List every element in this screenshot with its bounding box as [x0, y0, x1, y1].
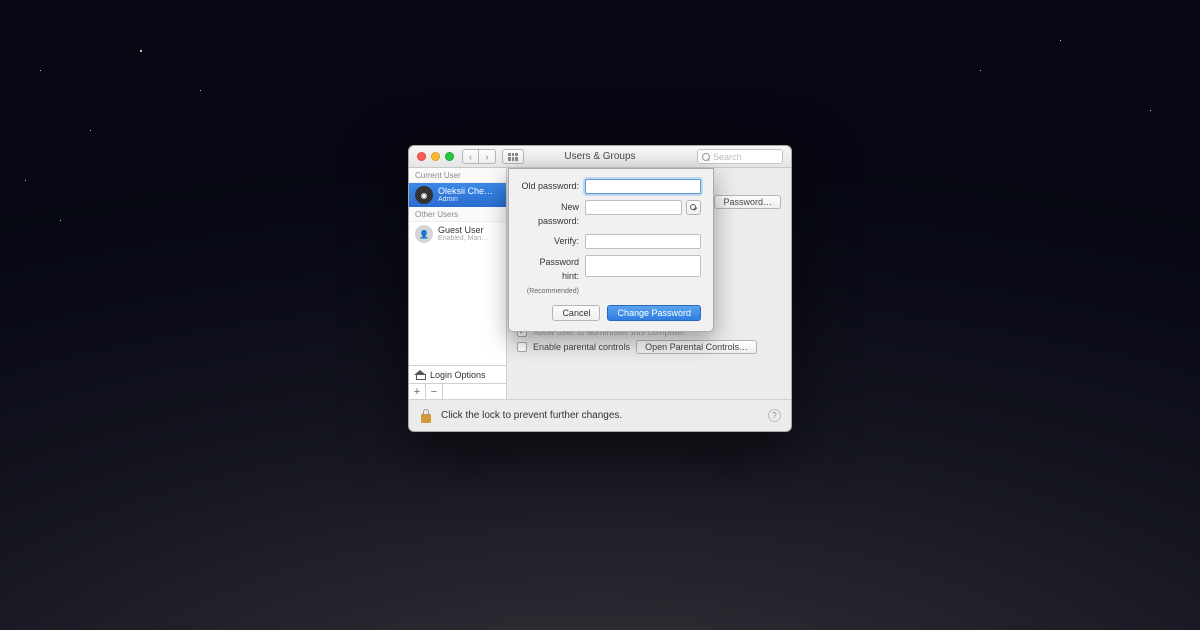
sidebar-item-sublabel: Enabled, Man…	[438, 235, 488, 242]
new-password-input[interactable]	[585, 200, 682, 215]
search-placeholder: Search	[713, 152, 742, 162]
parental-label: Enable parental controls	[533, 342, 630, 352]
checkbox-parental[interactable]	[517, 342, 527, 352]
sidebar-item-label: Guest User	[438, 226, 488, 235]
cancel-button[interactable]: Cancel	[552, 305, 600, 321]
grid-icon	[508, 153, 518, 161]
login-options[interactable]: Login Options	[409, 365, 506, 383]
change-password-sheet: Old password: New password: Verify: Pass…	[508, 168, 714, 332]
old-password-input[interactable]	[585, 179, 701, 194]
titlebar: ‹ › Users & Groups Search	[409, 146, 791, 168]
sidebar-item-current-user[interactable]: ◉ Oleksii Che… Admin	[409, 183, 506, 207]
footer: Click the lock to prevent further change…	[409, 399, 791, 431]
avatar-icon: 👤	[415, 225, 433, 243]
sidebar-header-current: Current User	[409, 168, 506, 183]
password-assistant-button[interactable]	[686, 200, 701, 215]
lock-icon[interactable]	[419, 408, 433, 424]
close-icon[interactable]	[417, 152, 426, 161]
show-all-button[interactable]	[502, 149, 524, 164]
help-button[interactable]: ?	[768, 409, 781, 422]
sidebar-header-other: Other Users	[409, 207, 506, 222]
add-user-button[interactable]: +	[409, 384, 426, 399]
maximize-icon[interactable]	[445, 152, 454, 161]
change-password-peek-button[interactable]: Password…	[714, 195, 781, 209]
minimize-icon[interactable]	[431, 152, 440, 161]
remove-user-button[interactable]: −	[426, 384, 443, 399]
sidebar: Current User ◉ Oleksii Che… Admin Other …	[409, 168, 507, 399]
home-icon	[415, 369, 426, 380]
search-icon	[702, 153, 710, 161]
search-input[interactable]: Search	[697, 149, 783, 164]
key-icon	[690, 204, 697, 211]
forward-button[interactable]: ›	[479, 149, 496, 164]
new-password-label: New password:	[521, 200, 585, 228]
hint-label: Password hint:(Recommended)	[521, 255, 585, 299]
avatar-icon: ◉	[415, 186, 433, 204]
login-options-label: Login Options	[430, 370, 486, 380]
old-password-label: Old password:	[521, 179, 585, 193]
sidebar-item-label: Oleksii Che…	[438, 187, 493, 196]
verify-input[interactable]	[585, 234, 701, 249]
lock-text: Click the lock to prevent further change…	[441, 410, 622, 421]
verify-label: Verify:	[521, 234, 585, 248]
sidebar-item-sublabel: Admin	[438, 196, 493, 203]
hint-input[interactable]	[585, 255, 701, 277]
back-button[interactable]: ‹	[462, 149, 479, 164]
sidebar-item-guest[interactable]: 👤 Guest User Enabled, Man…	[409, 222, 506, 246]
change-password-button[interactable]: Change Password	[607, 305, 701, 321]
open-parental-button[interactable]: Open Parental Controls…	[636, 340, 757, 354]
